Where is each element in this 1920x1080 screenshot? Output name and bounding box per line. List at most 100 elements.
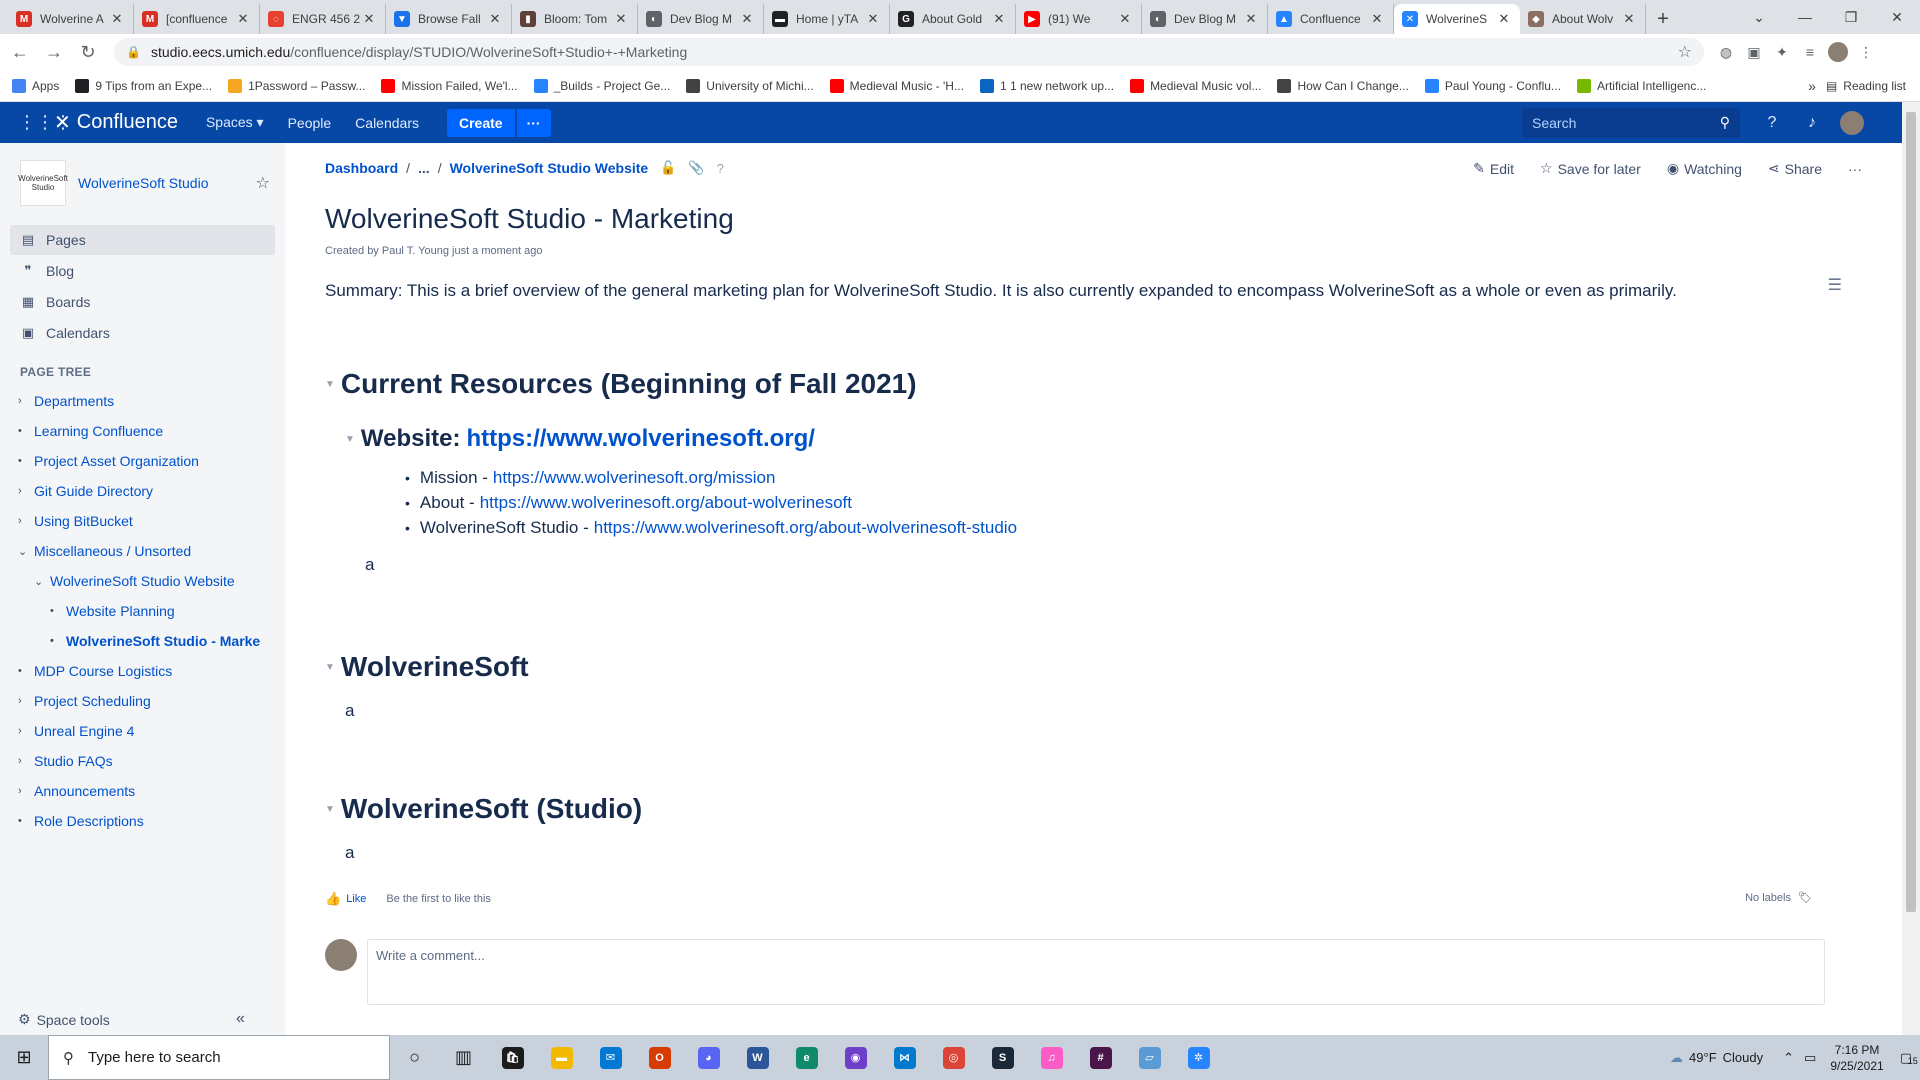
tab-close-icon[interactable]: ✕ <box>1496 11 1512 27</box>
reading-list-button[interactable]: ▤ Reading list <box>1826 79 1906 93</box>
browser-tab[interactable]: ◐ Dev Blog M ✕ <box>1142 4 1268 34</box>
edge-icon[interactable]: e <box>782 1035 831 1080</box>
resource-link[interactable]: https://www.wolverinesoft.org/about-wolv… <box>480 493 852 513</box>
bookmark-item[interactable]: Artificial Intelligenc... <box>1576 78 1706 93</box>
browser-menu-icon[interactable]: ⋮ <box>1852 38 1880 66</box>
create-button[interactable]: Create <box>447 108 515 137</box>
save-for-later-button[interactable]: ☆ Save for later <box>1540 160 1641 177</box>
back-icon[interactable]: ← <box>6 38 34 66</box>
tab-close-icon[interactable]: ✕ <box>613 11 629 27</box>
tree-expand-icon[interactable]: • <box>50 605 66 617</box>
tree-expand-icon[interactable]: › <box>18 755 34 767</box>
watching-button[interactable]: ◉ Watching <box>1667 160 1742 177</box>
page-tree-item[interactable]: › Git Guide Directory <box>18 483 153 499</box>
page-tree-item[interactable]: • WolverineSoft Studio - Marke <box>50 633 260 649</box>
word-icon[interactable]: W <box>733 1035 782 1080</box>
lock-icon[interactable]: 🔒 <box>126 45 141 59</box>
office-icon[interactable]: O <box>635 1035 684 1080</box>
help-icon[interactable]: ? <box>1752 114 1792 132</box>
like-button[interactable]: 👍 Like <box>325 891 366 907</box>
tag-icon[interactable]: 🏷 <box>1798 892 1812 904</box>
bookmark-item[interactable]: _Builds - Project Ge... <box>533 78 670 93</box>
breadcrumb-dashboard[interactable]: Dashboard <box>325 160 398 176</box>
website-subheading[interactable]: ▼ Website: https://www.wolverinesoft.org… <box>345 425 815 453</box>
browser-tab[interactable]: ✕ WolverineS ✕ <box>1394 4 1520 34</box>
tree-expand-icon[interactable]: ⌄ <box>18 545 34 558</box>
steam-icon[interactable]: S <box>978 1035 1027 1080</box>
breadcrumb-parent-page[interactable]: WolverineSoft Studio Website <box>450 160 649 176</box>
browser-tab[interactable]: ▶ (91) We ✕ <box>1016 4 1142 34</box>
tab-close-icon[interactable]: ✕ <box>487 11 503 27</box>
user-avatar[interactable] <box>1832 110 1872 135</box>
tab-close-icon[interactable]: ✕ <box>361 11 377 27</box>
notification-center-icon[interactable]: ▢ 15 <box>1900 1050 1918 1066</box>
tab-close-icon[interactable]: ✕ <box>1369 11 1385 27</box>
confluence-logo[interactable]: ✕ Confluence <box>54 110 178 135</box>
calendars-link[interactable]: Calendars <box>355 115 419 131</box>
tree-expand-icon[interactable]: › <box>18 515 34 527</box>
tree-expand-icon[interactable]: › <box>18 785 34 797</box>
tab-close-icon[interactable]: ✕ <box>1117 11 1133 27</box>
extension-icon[interactable]: ◍ <box>1712 38 1740 66</box>
store-icon[interactable]: 🛍 <box>488 1035 537 1080</box>
extension-icon[interactable]: ▣ <box>1740 38 1768 66</box>
spaces-menu[interactable]: Spaces ▾ <box>206 114 264 131</box>
url-input[interactable]: 🔒 studio.eecs.umich.edu/confluence/displ… <box>114 38 1704 66</box>
bookmark-item[interactable]: How Can I Change... <box>1277 78 1409 93</box>
bookmark-item[interactable]: 9 Tips from an Expe... <box>75 78 212 93</box>
tab-close-icon[interactable]: ✕ <box>865 11 881 27</box>
labels-area[interactable]: No labels 🏷 <box>1745 891 1812 904</box>
page-tree-item[interactable]: • Role Descriptions <box>18 813 144 829</box>
space-logo[interactable]: WolverineSoft Studio <box>18 160 68 206</box>
tab-close-icon[interactable]: ✕ <box>991 11 1007 27</box>
breadcrumb-ellipsis[interactable]: ... <box>418 160 430 176</box>
battery-icon[interactable]: ▭ <box>1804 1050 1816 1066</box>
page-tree-item[interactable]: • Website Planning <box>50 603 175 619</box>
collapse-caret-icon[interactable]: ▼ <box>325 662 335 673</box>
collapse-caret-icon[interactable]: ▼ <box>325 379 335 390</box>
restore-icon[interactable]: ❐ <box>1828 0 1874 34</box>
tree-expand-icon[interactable]: › <box>18 485 34 497</box>
page-tree-item[interactable]: • Learning Confluence <box>18 423 163 439</box>
cortana-icon[interactable]: ○ <box>390 1035 439 1080</box>
tree-expand-icon[interactable]: • <box>18 815 34 827</box>
tree-expand-icon[interactable]: › <box>18 725 34 737</box>
discord-icon[interactable]: ◕ <box>684 1035 733 1080</box>
scrollbar-thumb[interactable] <box>1906 112 1916 912</box>
new-tab-button[interactable]: + <box>1646 4 1680 34</box>
website-link[interactable]: https://www.wolverinesoft.org/ <box>466 425 814 453</box>
space-name-link[interactable]: WolverineSoft Studio <box>78 175 208 191</box>
browser-tab[interactable]: ▮ Bloom: Tom ✕ <box>512 4 638 34</box>
tree-expand-icon[interactable]: ⌄ <box>34 575 50 588</box>
collapse-caret-icon[interactable]: ▼ <box>325 804 335 815</box>
resource-link[interactable]: https://www.wolverinesoft.org/mission <box>493 468 776 488</box>
file-explorer-icon[interactable]: ▬ <box>537 1035 586 1080</box>
table-of-contents-icon[interactable]: ☰ <box>1828 275 1842 295</box>
space-tools-button[interactable]: ⚙ Space tools <box>18 1011 110 1028</box>
restrictions-lock-icon[interactable]: 🔓 <box>660 160 676 176</box>
tree-expand-icon[interactable]: › <box>18 695 34 707</box>
forward-icon[interactable]: → <box>40 38 68 66</box>
browser-tab[interactable]: G About Gold ✕ <box>890 4 1016 34</box>
section-heading-wolverinesoft-studio[interactable]: ▼ WolverineSoft (Studio) <box>325 793 642 825</box>
share-button[interactable]: ⋖ Share <box>1768 160 1822 177</box>
attachment-icon[interactable]: 📎 <box>688 160 704 176</box>
page-tree-item[interactable]: › Announcements <box>18 783 135 799</box>
reload-icon[interactable]: ↻ <box>74 38 102 66</box>
bookmarks-overflow-icon[interactable]: » <box>1808 78 1816 94</box>
tab-close-icon[interactable]: ✕ <box>235 11 251 27</box>
show-hidden-icons-icon[interactable]: ⌃ <box>1783 1050 1794 1066</box>
page-tree-item[interactable]: › Departments <box>18 393 114 409</box>
weather-widget[interactable]: ☁ 49°F Cloudy <box>1670 1050 1763 1066</box>
people-link[interactable]: People <box>288 115 332 131</box>
itunes-icon[interactable]: ♫ <box>1027 1035 1076 1080</box>
github-icon[interactable]: ◉ <box>831 1035 880 1080</box>
app-switcher-icon[interactable]: ⋮⋮⋮ <box>18 112 72 133</box>
taskbar-search-input[interactable]: ⚲ Type here to search <box>48 1035 390 1080</box>
help-circle-icon[interactable]: ? <box>717 161 724 176</box>
task-view-icon[interactable]: ▥ <box>439 1035 488 1080</box>
page-tree-item[interactable]: ⌄ WolverineSoft Studio Website <box>34 573 235 589</box>
tab-search-icon[interactable]: ⌄ <box>1736 0 1782 34</box>
browser-tab[interactable]: ▲ Confluence ✕ <box>1268 4 1394 34</box>
notifications-icon[interactable]: ♪ <box>1792 114 1832 132</box>
